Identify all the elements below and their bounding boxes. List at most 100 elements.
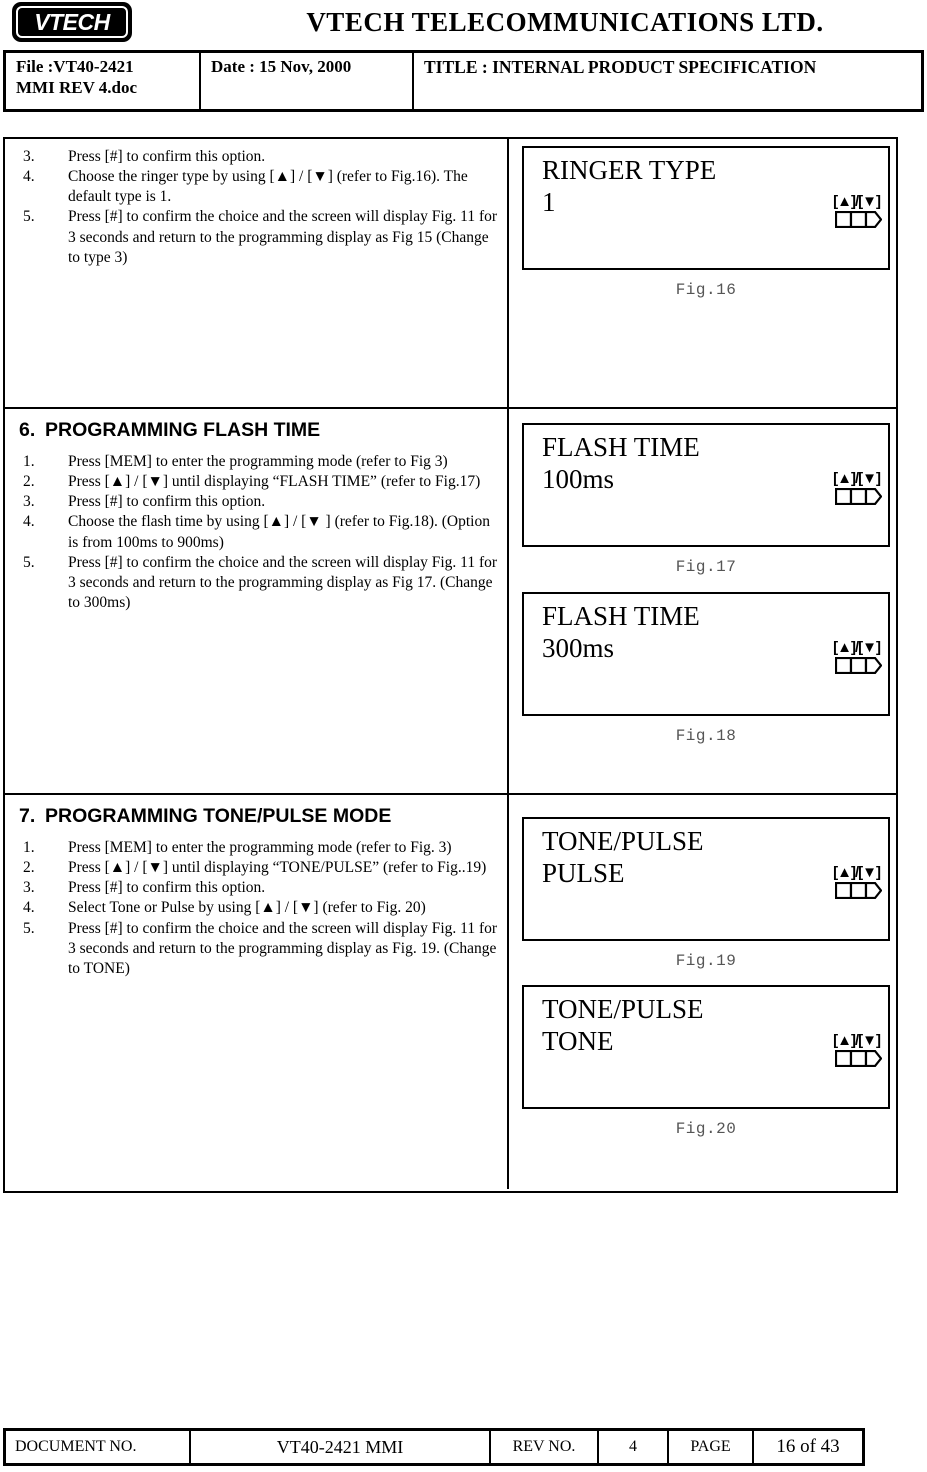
figure-caption: Fig.20	[675, 1120, 737, 1138]
list-item: 5. Press [#] to confirm the choice and t…	[15, 553, 499, 613]
figure-caption: Fig.16	[675, 281, 737, 299]
main-content-table: 3. Press [#] to confirm this option. 4. …	[3, 137, 898, 1193]
lcd-cursor-icon	[835, 1050, 882, 1067]
up-down-keys-text: [▲]/[▼]	[833, 639, 881, 656]
step-list: 1. Press [MEM] to enter the programming …	[15, 838, 499, 979]
step-number: 4.	[23, 899, 35, 917]
step-number: 3.	[23, 879, 35, 897]
step-number: 5.	[23, 208, 35, 226]
section-row-flash-time: 6. PROGRAMMING FLASH TIME 1. Press [MEM] …	[5, 409, 896, 795]
up-down-keys-text: [▲]/[▼]	[833, 1032, 881, 1049]
section-row-tone-pulse: 7. PROGRAMMING TONE/PULSE MODE 1. Press […	[5, 795, 896, 1189]
step-number: 2.	[23, 859, 35, 877]
lcd-cursor-icon	[835, 488, 882, 505]
header-date-cell: Date : 15 Nov, 2000	[201, 53, 414, 109]
footer-rev-no-label: REV NO.	[491, 1431, 599, 1463]
step-text: Press [MEM] to enter the programming mod…	[68, 453, 448, 470]
section-figure-column: FLASH TIME 100ms [▲]/[▼] Fig.17 FLASH TI…	[509, 409, 896, 793]
footer-page-label: PAGE	[669, 1431, 754, 1463]
lcd-cursor-icon	[835, 882, 882, 899]
step-list: 1. Press [MEM] to enter the programming …	[15, 452, 499, 613]
updown-keys-annotation: [▲]/[▼]	[833, 861, 881, 882]
section-text-column: 7. PROGRAMMING TONE/PULSE MODE 1. Press […	[5, 795, 509, 1189]
step-number: 5.	[23, 919, 35, 937]
step-number: 1.	[23, 453, 35, 470]
figure-block: FLASH TIME 100ms [▲]/[▼] Fig.17	[522, 423, 890, 576]
step-list: 3. Press [#] to confirm this option. 4. …	[15, 147, 499, 268]
list-item: 5. Press [#] to confirm the choice and t…	[15, 919, 499, 979]
figure-caption: Fig.18	[675, 727, 737, 745]
list-item: 2. Press [▲] / [▼] until displaying “FLA…	[15, 472, 499, 492]
figure-caption: Fig.19	[675, 952, 737, 970]
lcd-line-1: FLASH TIME	[542, 432, 700, 462]
lcd-line-1: RINGER TYPE	[542, 155, 717, 185]
up-down-keys-text: [▲]/[▼]	[833, 193, 881, 210]
lcd-line-2: 300ms	[542, 633, 615, 663]
updown-keys-annotation: [▲]/[▼]	[833, 1029, 881, 1050]
list-item: 2. Press [▲] / [▼] until displaying “TON…	[15, 858, 499, 878]
document-header: VTECH VTECH TELECOMMUNICATIONS LTD.	[0, 0, 927, 46]
lcd-line-1: TONE/PULSE	[542, 994, 704, 1024]
list-item: 3. Press [#] to confirm this option.	[15, 492, 499, 512]
figure-block: TONE/PULSE PULSE [▲]/[▼] Fig.19	[522, 817, 890, 970]
header-file-line1: File :VT40-2421	[16, 57, 134, 76]
list-item: 4. Choose the flash time by using [▲] / …	[15, 512, 499, 552]
footer-rev-no-value: 4	[599, 1431, 669, 1463]
step-text: Press [#] to confirm the choice and the …	[68, 919, 498, 977]
list-item: 4. Select Tone or Pulse by using [▲] / […	[15, 898, 499, 918]
section-heading-text: PROGRAMMING FLASH TIME	[45, 419, 321, 441]
lcd-line-2: 100ms	[542, 464, 615, 494]
section-text-column: 6. PROGRAMMING FLASH TIME 1. Press [MEM] …	[5, 409, 509, 793]
up-down-keys-text: [▲]/[▼]	[833, 470, 881, 487]
step-number: 3.	[23, 493, 35, 511]
company-title: VTECH TELECOMMUNICATIONS LTD.	[306, 7, 824, 37]
lcd-line-2: 1	[542, 187, 556, 217]
document-footer-table: DOCUMENT NO. VT40-2421 MMI REV NO. 4 PAG…	[3, 1428, 865, 1466]
step-number: 3.	[23, 148, 35, 165]
section-row-ringer-type: 3. Press [#] to confirm this option. 4. …	[5, 139, 896, 409]
document-page: VTECH VTECH TELECOMMUNICATIONS LTD. File…	[0, 0, 927, 1472]
header-title-text: TITLE : INTERNAL PRODUCT SPECIFICATION	[424, 57, 817, 77]
figure-block: RINGER TYPE 1 [▲]/[▼] Fig.16	[522, 146, 890, 299]
vtech-logo-icon: VTECH	[12, 2, 132, 42]
step-number: 4.	[23, 168, 35, 186]
step-text: Choose the ringer type by using [▲] / [▼…	[68, 168, 468, 206]
section-figure-column: RINGER TYPE 1 [▲]/[▼] Fig.16	[509, 139, 896, 407]
step-text: Choose the flash time by using [▲] / [▼ …	[68, 513, 490, 551]
header-file-line2: MMI REV 4.doc	[16, 77, 138, 97]
list-item: 4. Choose the ringer type by using [▲] /…	[15, 167, 499, 207]
lcd-display: FLASH TIME 100ms [▲]/[▼]	[522, 423, 890, 547]
up-down-keys-text: [▲]/[▼]	[833, 864, 881, 881]
list-item: 5. Press [#] to confirm the choice and t…	[15, 207, 499, 267]
logo-border: VTECH	[16, 6, 128, 38]
list-item: 1. Press [MEM] to enter the programming …	[15, 838, 499, 858]
figure-block: TONE/PULSE TONE [▲]/[▼] Fig.20	[522, 985, 890, 1138]
lcd-display: FLASH TIME 300ms [▲]/[▼]	[522, 592, 890, 716]
step-number: 2.	[23, 473, 35, 491]
list-item: 1. Press [MEM] to enter the programming …	[15, 452, 499, 472]
header-file-cell: File :VT40-2421 MMI REV 4.doc	[6, 53, 201, 109]
lcd-line-1: TONE/PULSE	[542, 826, 704, 856]
step-text: Press [▲] / [▼] until displaying “FLASH …	[68, 473, 481, 491]
lcd-line-2: TONE	[542, 1026, 614, 1056]
footer-document-no-value: VT40-2421 MMI	[191, 1431, 491, 1463]
lcd-cursor-icon	[835, 657, 882, 674]
updown-keys-annotation: [▲]/[▼]	[833, 636, 881, 657]
step-number: 1.	[23, 839, 35, 856]
lcd-cursor-icon	[835, 211, 882, 228]
list-item: 3. Press [#] to confirm this option.	[15, 878, 499, 898]
logo-wordmark: VTECH	[34, 8, 110, 35]
figure-caption: Fig.17	[675, 558, 737, 576]
lcd-display: RINGER TYPE 1 [▲]/[▼]	[522, 146, 890, 270]
section-figure-column: TONE/PULSE PULSE [▲]/[▼] Fig.19 TONE/PUL…	[509, 795, 896, 1189]
step-text: Press [#] to confirm this option.	[68, 148, 266, 165]
step-text: Press [MEM] to enter the programming mod…	[68, 839, 452, 856]
lcd-display: TONE/PULSE TONE [▲]/[▼]	[522, 985, 890, 1109]
list-item: 3. Press [#] to confirm this option.	[15, 147, 499, 167]
step-text: Press [#] to confirm the choice and the …	[68, 553, 498, 611]
lcd-display: TONE/PULSE PULSE [▲]/[▼]	[522, 817, 890, 941]
updown-keys-annotation: [▲]/[▼]	[833, 190, 881, 211]
section-number: 6.	[19, 419, 36, 441]
footer-page-value: 16 of 43	[776, 1436, 840, 1457]
footer-document-no-label: DOCUMENT NO.	[6, 1431, 191, 1463]
